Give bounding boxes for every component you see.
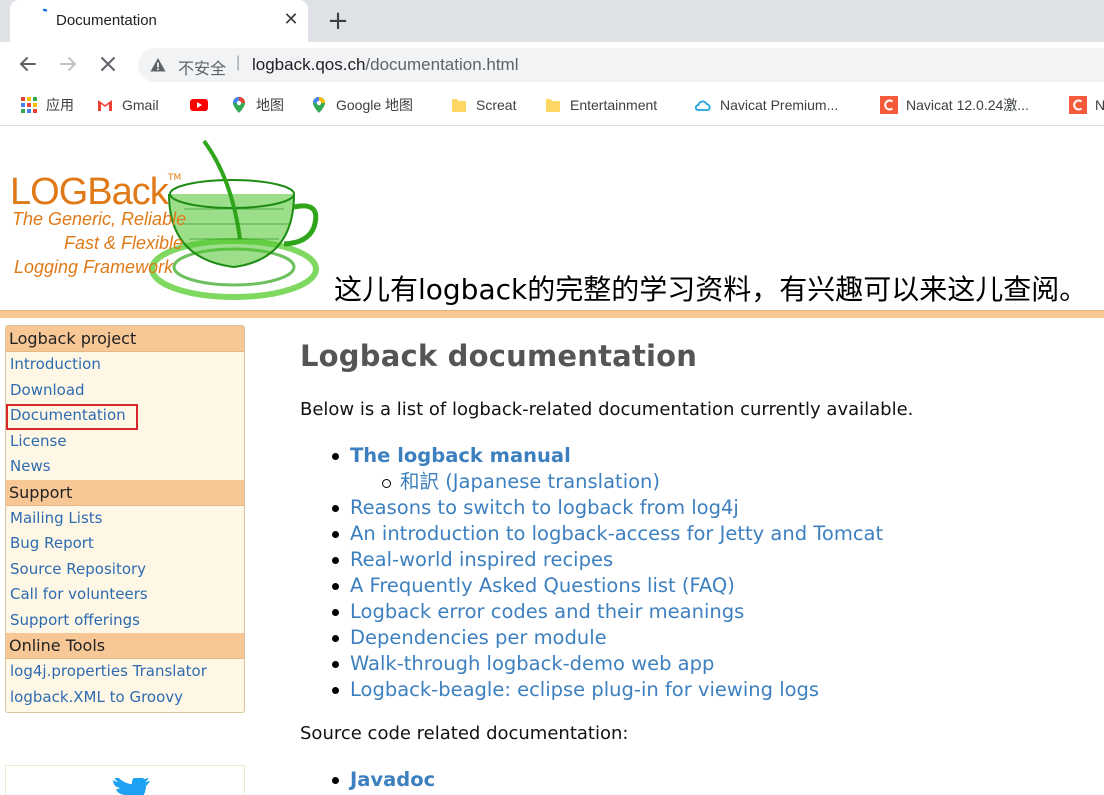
url-text[interactable]: logback.qos.ch/documentation.html — [252, 55, 519, 75]
not-secure-label[interactable]: 不安全 — [178, 55, 226, 79]
header-divider — [0, 310, 1104, 318]
tab-close-icon[interactable]: ✕ — [280, 9, 302, 31]
bookmark-label: Screat — [476, 97, 517, 113]
bookmark-youtube[interactable] — [190, 94, 216, 116]
youtube-icon — [190, 99, 208, 111]
c-logo-icon — [880, 96, 898, 114]
logback-logo[interactable]: LOGBack TM The Generic, Reliable Fast & … — [6, 133, 336, 309]
tab-title: Documentation — [56, 12, 157, 29]
sidebar-item-documentation[interactable]: Documentation — [6, 403, 244, 430]
selection-highlight — [6, 404, 138, 430]
address-bar[interactable]: 不安全 | logback.qos.ch/documentation.html — [138, 48, 1104, 82]
doc-link-demo-walkthrough[interactable]: Walk-through logback-demo web app — [332, 651, 1090, 677]
sidebar-item-bug-report[interactable]: Bug Report — [6, 531, 244, 557]
sidebar-item-call-for-volunteers[interactable]: Call for volunteers — [6, 582, 244, 608]
separator: | — [236, 54, 241, 71]
twitter-widget[interactable] — [5, 765, 245, 795]
bookmark-apps[interactable]: 应用 — [20, 94, 74, 116]
bookmark-truncated[interactable]: N — [1069, 94, 1104, 116]
source-docs-heading: Source code related documentation: — [300, 723, 629, 744]
doc-link-reasons-to-switch[interactable]: Reasons to switch to logback from log4j — [332, 495, 1090, 521]
folder-icon — [452, 99, 466, 112]
doc-list: The logback manual 和訳 (Japanese translat… — [332, 443, 1090, 703]
bookmark-navicat-12[interactable]: Navicat 12.0.24激... — [880, 94, 1029, 116]
menu-section-support: Support — [6, 479, 244, 506]
logo-tagline-3: Logging Framework — [14, 257, 174, 277]
logo-tagline-1: The Generic, Reliable — [12, 209, 187, 229]
doc-link-faq[interactable]: A Frequently Asked Questions list (FAQ) — [332, 573, 1090, 599]
doc-link-beagle[interactable]: Logback-beagle: eclipse plug-in for view… — [332, 677, 1090, 703]
doc-link-error-codes[interactable]: Logback error codes and their meanings — [332, 599, 1090, 625]
doc-link-dependencies[interactable]: Dependencies per module — [332, 625, 1090, 651]
doc-link-manual[interactable]: The logback manual — [332, 443, 1090, 469]
sidebar-item-source-repository[interactable]: Source Repository — [6, 557, 244, 583]
logo-wordmark: LOGBack — [10, 171, 169, 213]
menu-section-online-tools: Online Tools — [6, 633, 244, 659]
bookmarks-bar: 应用 Gmail 地图 Google 地图 Screat Entertainme… — [0, 86, 1104, 126]
sidebar-item-license[interactable]: License — [6, 429, 244, 455]
sidebar-item-mailing-lists[interactable]: Mailing Lists — [6, 506, 244, 532]
sidebar-menu: Logback project Introduction Download Do… — [5, 325, 245, 713]
menu-section-logback-project: Logback project — [6, 326, 244, 352]
page-content: LOGBack TM The Generic, Reliable Fast & … — [0, 127, 1104, 795]
doc-link-javadoc[interactable]: Javadoc — [332, 767, 1090, 793]
bookmark-google-maps[interactable]: Google 地图 — [310, 94, 413, 116]
warning-triangle-icon[interactable] — [150, 57, 166, 73]
gmail-icon — [98, 100, 112, 111]
bookmark-label: 应用 — [46, 97, 74, 113]
c-logo-icon — [1069, 96, 1087, 114]
stop-loading-icon[interactable] — [96, 52, 120, 76]
bookmark-gmail[interactable]: Gmail — [96, 94, 159, 116]
browser-tab[interactable]: Documentation ✕ — [10, 0, 308, 42]
sidebar-item-news[interactable]: News — [6, 454, 244, 480]
annotation-overlay-text: 这儿有logback的完整的学习资料，有兴趣可以来这儿查阅。 — [334, 273, 1088, 306]
bookmark-label: Navicat Premium... — [720, 97, 839, 113]
bookmark-label: N — [1095, 97, 1104, 113]
doc-link-japanese-translation[interactable]: 和訳 (Japanese translation) — [382, 469, 1090, 495]
apps-grid-icon — [21, 97, 37, 113]
bookmark-folder-entertainment[interactable]: Entertainment — [544, 94, 657, 116]
page-title: Logback documentation — [300, 339, 698, 373]
doc-link-logback-access-intro[interactable]: An introduction to logback-access for Je… — [332, 521, 1090, 547]
forward-arrow-icon[interactable] — [56, 52, 80, 76]
logo-tm: TM — [168, 173, 182, 183]
maps-pin-icon — [233, 97, 245, 113]
loading-spinner-icon — [42, 8, 48, 12]
sidebar-item-log4j-translator[interactable]: log4j.properties Translator — [6, 659, 244, 685]
tab-strip: Documentation ✕ + — [0, 0, 1104, 42]
bookmark-label: Entertainment — [570, 97, 658, 113]
browser-toolbar: 不安全 | logback.qos.ch/documentation.html — [0, 42, 1104, 86]
doc-link-recipes[interactable]: Real-world inspired recipes — [332, 547, 1090, 573]
logo-tagline-2: Fast & Flexible — [64, 233, 184, 253]
bookmark-maps[interactable]: 地图 — [230, 94, 284, 116]
intro-text: Below is a list of logback-related docum… — [300, 399, 914, 420]
sidebar-item-support-offerings[interactable]: Support offerings — [6, 608, 244, 634]
sidebar-item-xml-to-groovy[interactable]: logback.XML to Groovy — [6, 685, 244, 711]
sidebar-item-introduction[interactable]: Introduction — [6, 352, 244, 378]
bookmark-label: Google 地图 — [336, 97, 414, 113]
bookmark-navicat-premium[interactable]: Navicat Premium... — [694, 94, 838, 116]
bookmark-label: Navicat 12.0.24激... — [906, 97, 1029, 113]
main-content: Logback documentation Below is a list of… — [300, 339, 1090, 793]
folder-icon — [546, 99, 560, 112]
url-path: /documentation.html — [365, 55, 519, 74]
url-host: logback.qos.ch — [252, 55, 366, 74]
bookmark-label: 地图 — [256, 97, 284, 113]
bookmark-folder-screat[interactable]: Screat — [450, 94, 516, 116]
new-tab-button[interactable]: + — [324, 7, 352, 35]
back-arrow-icon[interactable] — [16, 52, 40, 76]
source-doc-list: Javadoc — [332, 767, 1090, 793]
maps-pin-icon — [313, 97, 325, 113]
bookmark-label: Gmail — [122, 97, 159, 113]
twitter-bird-icon — [113, 778, 150, 795]
sidebar-item-download[interactable]: Download — [6, 378, 244, 404]
navicat-cloud-icon — [694, 100, 711, 111]
